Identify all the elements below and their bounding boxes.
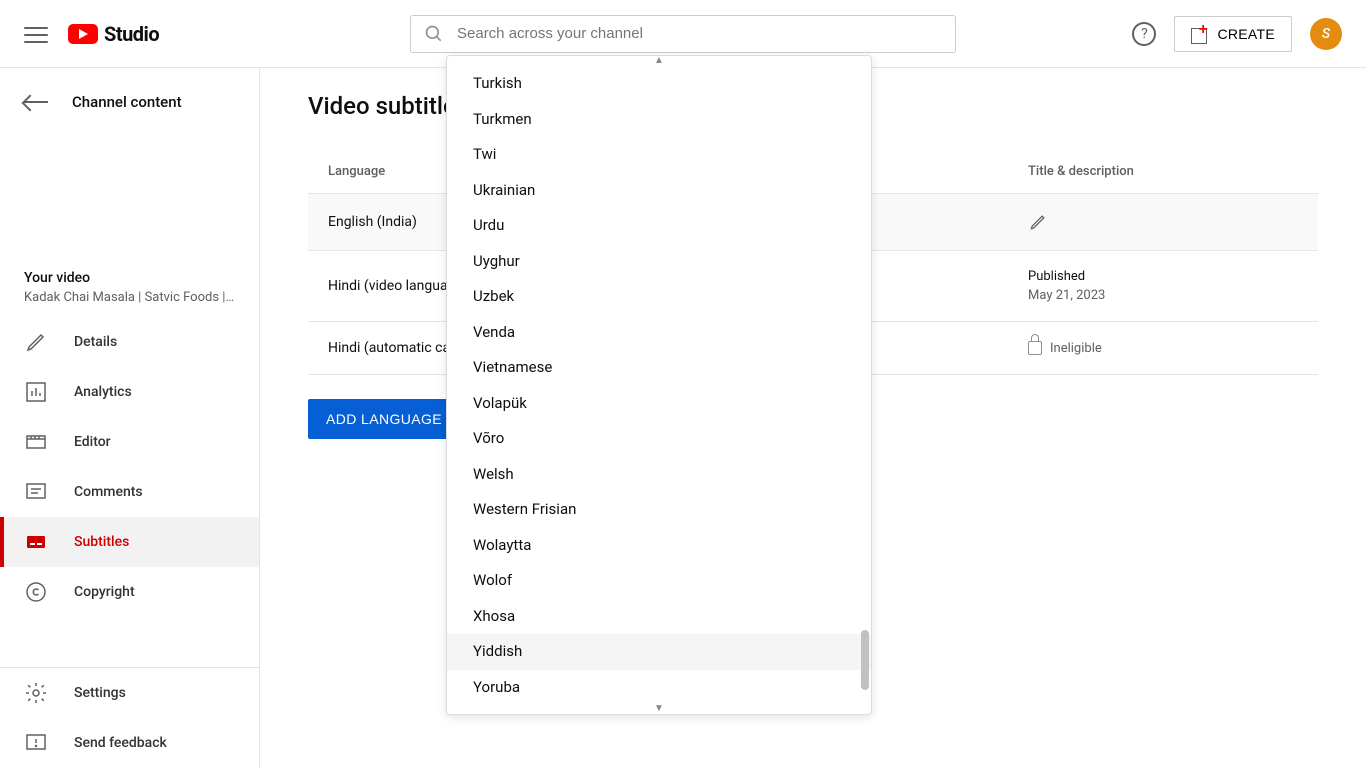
ineligible-text: Ineligible xyxy=(1050,341,1102,356)
avatar[interactable]: S xyxy=(1310,18,1342,50)
video-meta: Your video Kadak Chai Masala | Satvic Fo… xyxy=(0,256,259,317)
td-cell: Published May 21, 2023 xyxy=(1028,269,1298,303)
sidebar-nav: Details Analytics Editor Comments Subtit… xyxy=(0,317,259,667)
logo-text: Studio xyxy=(104,22,159,46)
search-input[interactable] xyxy=(410,15,956,53)
comment-icon xyxy=(24,480,48,504)
dropdown-item[interactable]: Yiddish xyxy=(447,634,871,670)
dropdown-item[interactable]: Welsh xyxy=(447,457,871,493)
dropdown-item[interactable]: Wolof xyxy=(447,563,871,599)
search-icon xyxy=(424,24,444,44)
studio-logo[interactable]: Studio xyxy=(68,22,159,46)
chart-icon xyxy=(24,380,48,404)
sidebar-item-label: Analytics xyxy=(74,384,132,400)
subtitles-icon xyxy=(24,530,48,554)
dropdown-item[interactable]: Turkish xyxy=(447,66,871,102)
sidebar-item-label: Settings xyxy=(74,685,126,701)
dropdown-item[interactable]: Twi xyxy=(447,137,871,173)
dropdown-item[interactable]: Xhosa xyxy=(447,599,871,635)
pencil-icon xyxy=(24,330,48,354)
td-cell xyxy=(1028,212,1298,232)
sidebar: Channel content Your video Kadak Chai Ma… xyxy=(0,68,260,768)
sidebar-item-label: Subtitles xyxy=(74,534,129,550)
menu-icon[interactable] xyxy=(24,22,48,46)
sidebar-item-label: Editor xyxy=(74,434,111,450)
back-nav[interactable]: Channel content xyxy=(0,68,259,136)
back-label: Channel content xyxy=(72,93,182,111)
sidebar-bottom: Settings Send feedback xyxy=(0,667,259,768)
feedback-icon xyxy=(24,731,48,755)
scroll-down-icon[interactable]: ▼ xyxy=(447,704,871,714)
create-icon xyxy=(1191,25,1209,43)
dropdown-item[interactable]: Vietnamese xyxy=(447,350,871,386)
sidebar-item-label: Copyright xyxy=(74,584,135,600)
dropdown-item[interactable]: Urdu xyxy=(447,208,871,244)
dropdown-item[interactable]: Yoruba xyxy=(447,670,871,705)
create-label: CREATE xyxy=(1217,26,1275,42)
dropdown-item[interactable]: Uyghur xyxy=(447,244,871,280)
dropdown-item[interactable]: Western Frisian xyxy=(447,492,871,528)
sidebar-item-comments[interactable]: Comments xyxy=(0,467,259,517)
dropdown-item[interactable]: Volapük xyxy=(447,386,871,422)
dropdown-item[interactable]: Uzbek xyxy=(447,279,871,315)
gear-icon xyxy=(24,681,48,705)
add-language-button[interactable]: ADD LANGUAGE xyxy=(308,399,460,439)
sidebar-item-details[interactable]: Details xyxy=(0,317,259,367)
status-text: Published xyxy=(1028,269,1298,284)
lock-icon xyxy=(1028,341,1042,355)
copyright-icon xyxy=(24,580,48,604)
language-dropdown: ▲ TurkishTurkmenTwiUkrainianUrduUyghurUz… xyxy=(446,55,872,715)
sidebar-item-label: Send feedback xyxy=(74,735,167,751)
sidebar-item-settings[interactable]: Settings xyxy=(0,668,259,718)
dropdown-item[interactable]: Ukrainian xyxy=(447,173,871,209)
td-cell: Ineligible xyxy=(1028,341,1298,356)
back-arrow-icon xyxy=(24,101,48,103)
col-title-desc: Title & description xyxy=(1028,164,1298,179)
sidebar-item-label: Details xyxy=(74,334,117,350)
filmstrip-icon xyxy=(24,430,48,454)
dropdown-item[interactable]: Võro xyxy=(447,421,871,457)
your-video-label: Your video xyxy=(24,270,235,286)
create-button[interactable]: CREATE xyxy=(1174,16,1292,52)
sidebar-item-editor[interactable]: Editor xyxy=(0,417,259,467)
sidebar-item-label: Comments xyxy=(74,484,143,500)
search-container xyxy=(410,15,956,53)
sidebar-item-subtitles[interactable]: Subtitles xyxy=(0,517,259,567)
youtube-icon xyxy=(68,24,98,44)
help-icon[interactable]: ? xyxy=(1132,22,1156,46)
video-thumbnail[interactable] xyxy=(14,136,245,256)
video-title: Kadak Chai Masala | Satvic Foods | ... xyxy=(24,290,235,305)
sidebar-item-copyright[interactable]: Copyright xyxy=(0,567,259,617)
header-actions: ? CREATE S xyxy=(1132,16,1342,52)
scroll-up-icon[interactable]: ▲ xyxy=(447,56,871,66)
dropdown-item[interactable]: Wolaytta xyxy=(447,528,871,564)
dropdown-item[interactable]: Venda xyxy=(447,315,871,351)
dropdown-scrollbar[interactable] xyxy=(861,630,869,690)
date-text: May 21, 2023 xyxy=(1028,288,1298,303)
pencil-icon[interactable] xyxy=(1028,212,1048,232)
dropdown-item[interactable]: Turkmen xyxy=(447,102,871,138)
sidebar-item-feedback[interactable]: Send feedback xyxy=(0,718,259,768)
sidebar-item-analytics[interactable]: Analytics xyxy=(0,367,259,417)
dropdown-list[interactable]: TurkishTurkmenTwiUkrainianUrduUyghurUzbe… xyxy=(447,66,871,704)
